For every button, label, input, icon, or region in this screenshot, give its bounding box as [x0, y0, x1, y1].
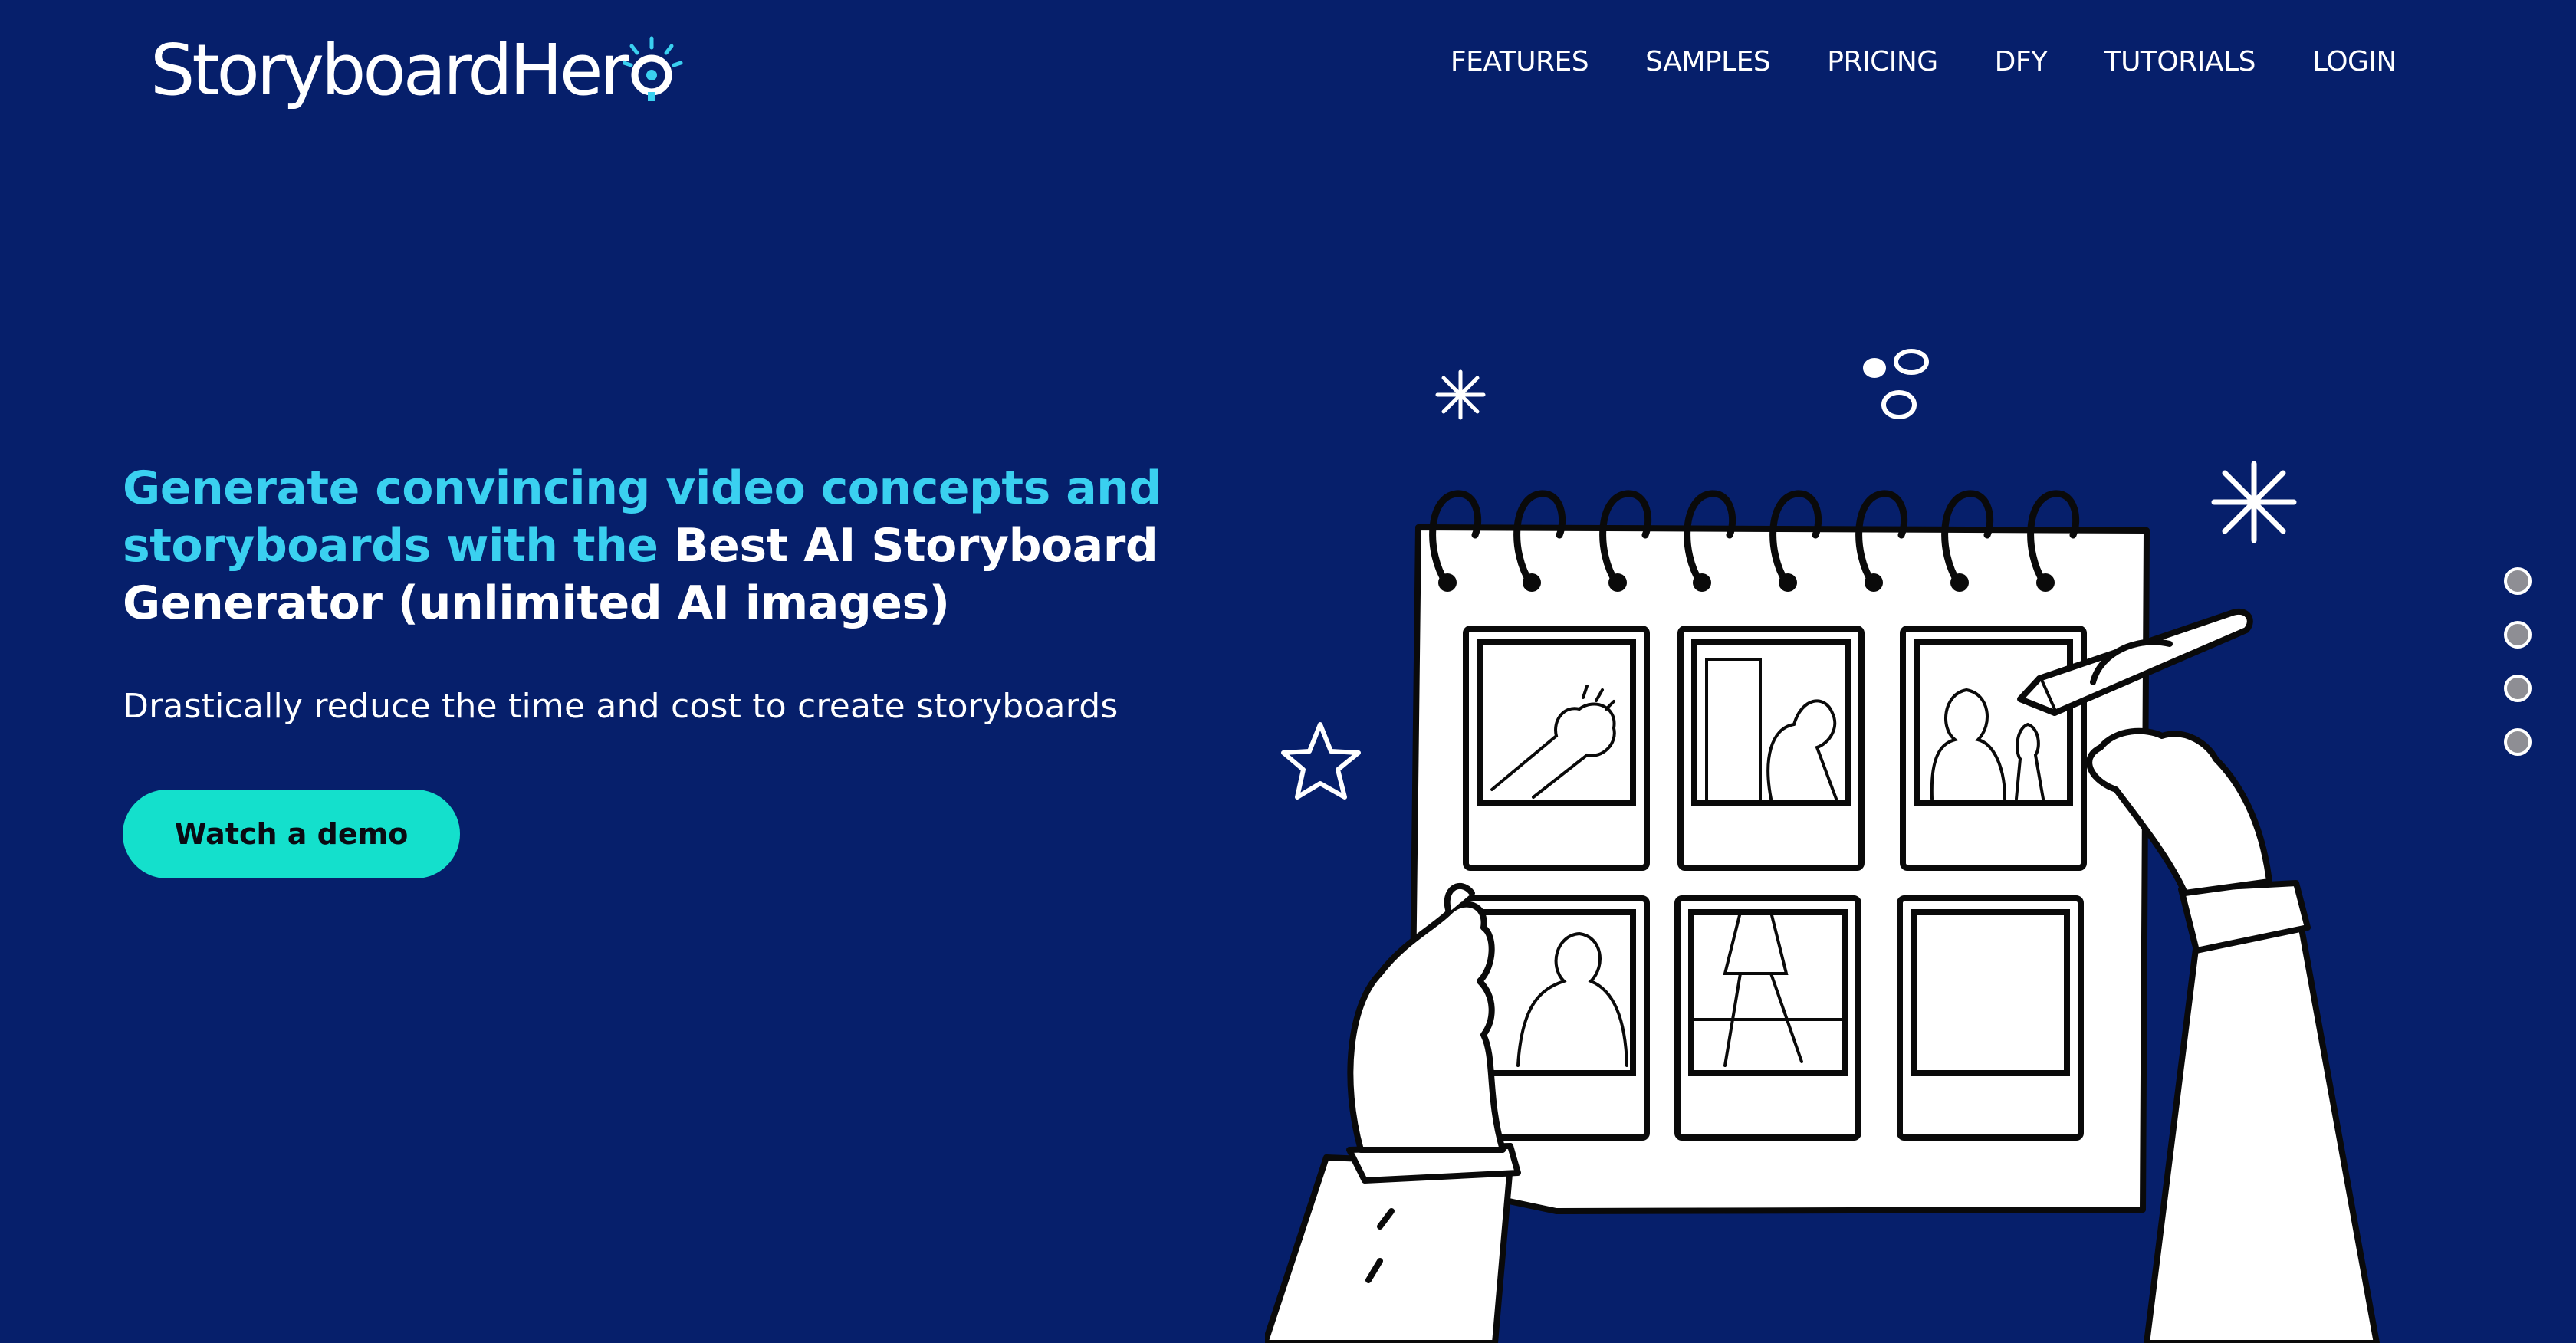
left-hand	[1265, 882, 1521, 1343]
slider-pagination	[2504, 567, 2532, 756]
logo-wordmark: StoryboardHer	[150, 28, 629, 111]
main-nav: FEATURES SAMPLES PRICING DFY TUTORIALS L…	[1451, 46, 2397, 77]
star-icon	[1281, 722, 1361, 800]
doodle-blobs	[1863, 349, 1929, 419]
watch-demo-button[interactable]: Watch a demo	[123, 790, 460, 878]
nav-tutorials[interactable]: TUTORIALS	[2104, 46, 2256, 77]
slider-dot-4[interactable]	[2504, 728, 2532, 756]
nav-samples[interactable]: SAMPLES	[1645, 46, 1771, 77]
brand-logo[interactable]: StoryboardHer	[150, 28, 684, 112]
nav-pricing[interactable]: PRICING	[1827, 46, 1938, 77]
nav-login[interactable]: LOGIN	[2312, 46, 2397, 77]
nav-features[interactable]: FEATURES	[1451, 46, 1589, 77]
landing-page: StoryboardHer FEATURES SAMPLES PRICING D…	[0, 0, 2576, 1343]
slider-dot-2[interactable]	[2504, 621, 2532, 649]
storyboard-sketchbook-illustration	[1265, 330, 2476, 1343]
slider-dot-3[interactable]	[2504, 675, 2532, 702]
slider-dot-1[interactable]	[2504, 567, 2532, 595]
nav-dfy[interactable]: DFY	[1995, 46, 2048, 77]
hero-headline: Generate convincing video concepts and s…	[123, 460, 1211, 632]
hero-subheadline: Drastically reduce the time and cost to …	[123, 687, 1119, 726]
lightbulb-icon	[623, 36, 683, 101]
sparkle-icon	[1435, 369, 1486, 420]
sparkle-icon	[2211, 461, 2297, 543]
